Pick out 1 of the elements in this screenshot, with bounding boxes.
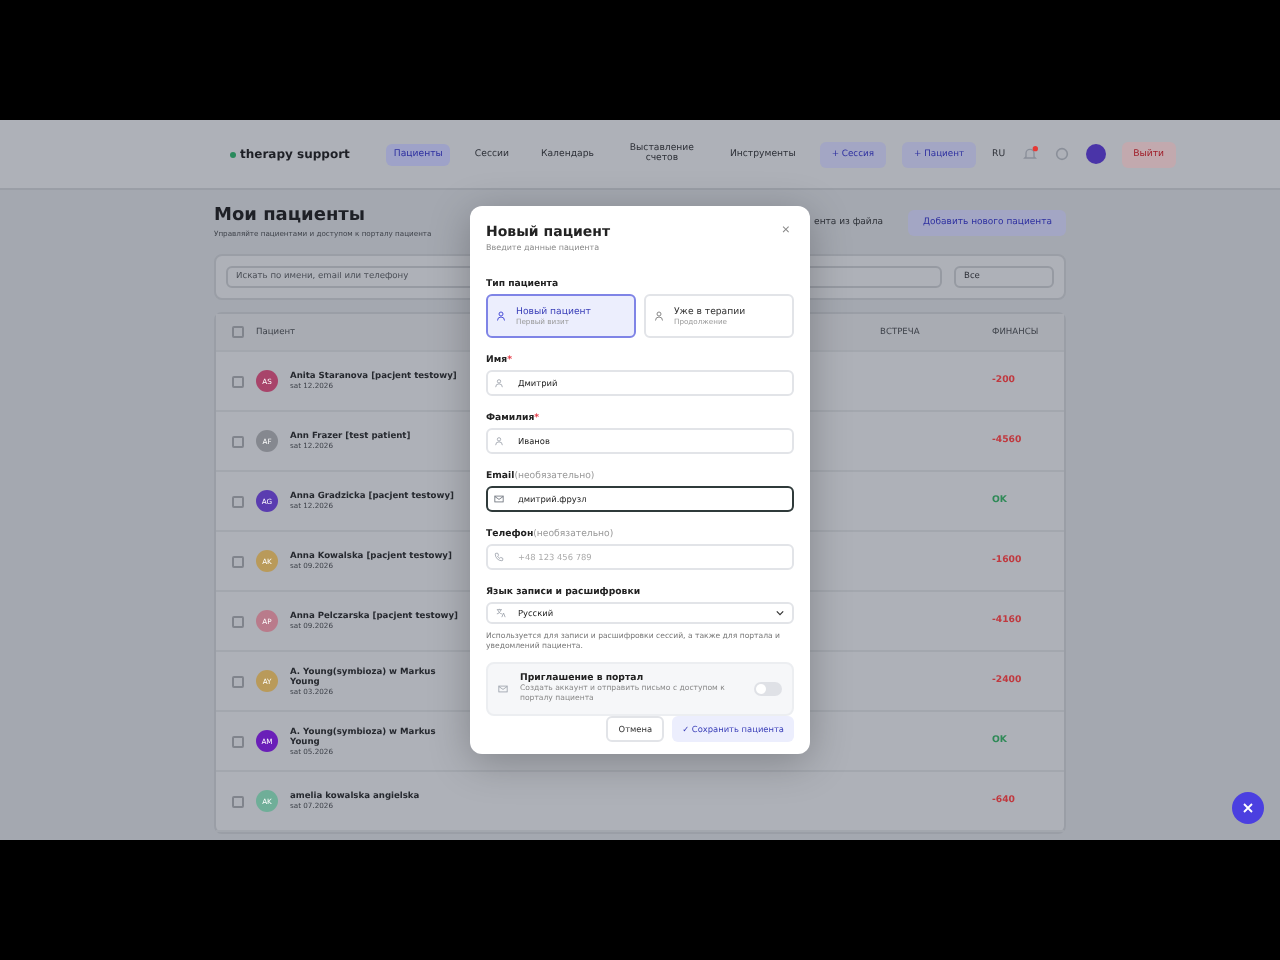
page-title: Мои пациенты bbox=[214, 206, 368, 226]
